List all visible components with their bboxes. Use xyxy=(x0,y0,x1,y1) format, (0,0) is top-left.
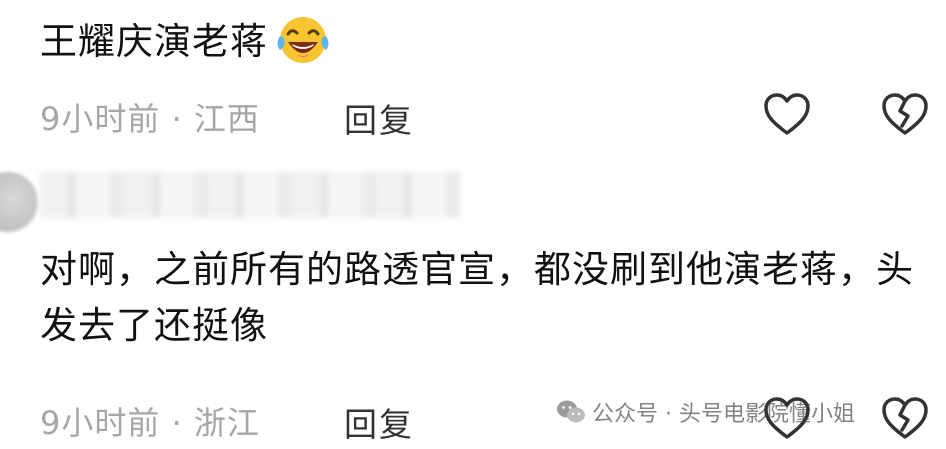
comment-2-reply-button[interactable]: 回复 xyxy=(344,398,414,446)
comment-1-body: 王耀庆演老蒋 xyxy=(40,20,268,63)
wechat-icon xyxy=(556,399,586,425)
tears-of-joy-emoji-icon xyxy=(274,14,332,66)
meta-separator: · xyxy=(171,100,183,138)
watermark-text: 公众号 · 头号电影院懂小姐 xyxy=(592,402,855,427)
comment-2-text: 对啊，之前所有的路透官宣，都没刷到他演老蒋，头发去了还挺像 xyxy=(40,248,914,347)
comment-1-time: 9小时前 xyxy=(40,100,161,138)
broken-heart-icon[interactable] xyxy=(880,396,930,442)
comment-1-meta: 9小时前 · 江西 xyxy=(40,94,260,140)
broken-heart-icon[interactable] xyxy=(880,92,930,138)
blurred-author-name xyxy=(40,172,460,218)
avatar[interactable] xyxy=(0,172,38,232)
comment-1-reply-button[interactable]: 回复 xyxy=(344,94,414,142)
comment-2-meta: 9小时前 · 浙江 xyxy=(40,398,260,444)
heart-outline-icon[interactable] xyxy=(762,396,812,442)
heart-outline-icon[interactable] xyxy=(762,92,812,138)
comment-1-text: 王耀庆演老蒋 xyxy=(40,14,332,70)
comment-2-location: 浙江 xyxy=(193,404,260,442)
comment-2-time: 9小时前 xyxy=(40,404,161,442)
comment-1-location: 江西 xyxy=(193,100,260,138)
meta-separator: · xyxy=(171,404,183,442)
